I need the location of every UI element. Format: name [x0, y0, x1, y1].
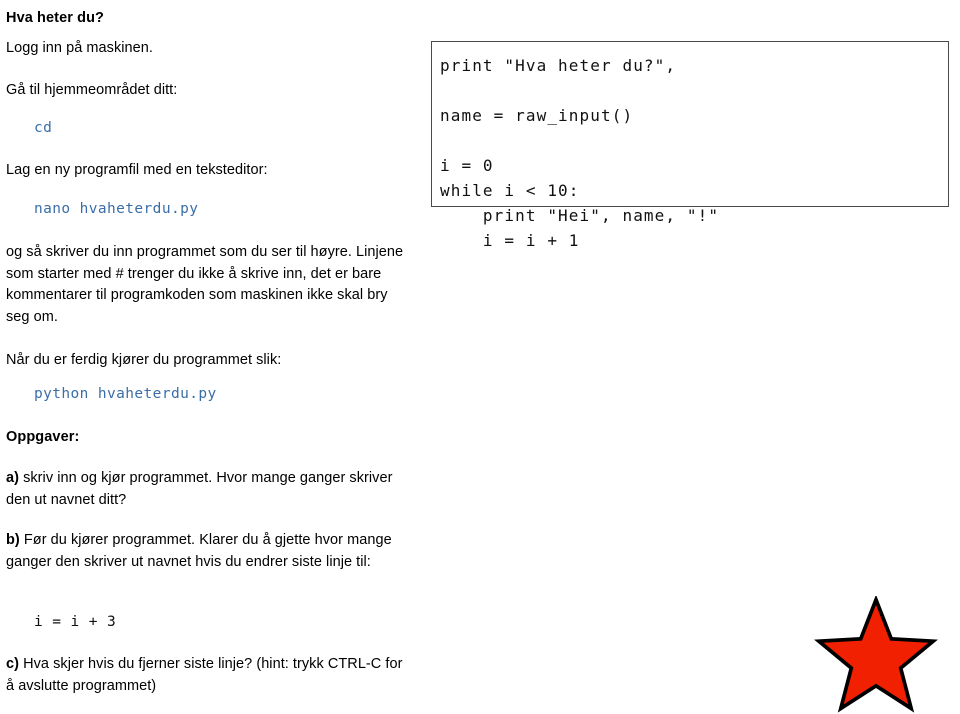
red-star-icon — [814, 596, 938, 713]
star-decoration — [812, 596, 940, 714]
explanation-block: og så skriver du inn programmet som du s… — [6, 242, 406, 328]
step-login-text: Logg inn på maskinen. — [6, 40, 153, 56]
exercise-c-text: Hva skjer hvis du fjerner siste linje? (… — [6, 656, 403, 694]
command-i-plus-3-block: i = i + 3 — [6, 612, 418, 633]
step-run-block: Når du er ferdig kjører du programmet sl… — [6, 350, 418, 372]
command-python-block: python hvaheterdu.py — [6, 384, 418, 405]
command-i-plus-3: i = i + 3 — [34, 614, 117, 630]
exercise-c-label: c) — [6, 656, 19, 672]
exercise-a-text: skriv inn og kjør programmet. Hvor mange… — [6, 470, 393, 508]
command-cd: cd — [34, 120, 53, 136]
step-editor-block: Lag en ny programfil med en teksteditor: — [6, 160, 418, 182]
exercise-a-label: a) — [6, 470, 19, 486]
exercise-c: c) Hva skjer hvis du fjerner siste linje… — [6, 654, 406, 697]
exercise-c-block: c) Hva skjer hvis du fjerner siste linje… — [6, 654, 406, 697]
exercise-b-block: b) Før du kjører programmet. Klarer du å… — [6, 530, 406, 573]
exercises-heading: Oppgaver: — [6, 429, 80, 445]
exercise-b-label: b) — [6, 532, 20, 548]
page-title-block: Hva heter du? — [6, 8, 418, 28]
explanation-text: og så skriver du inn programmet som du s… — [6, 244, 404, 325]
code-listing-text: print "Hva heter du?", name = raw_input(… — [440, 56, 720, 250]
step-home-text: Gå til hjemmeområdet ditt: — [6, 82, 178, 98]
exercise-a-block: a) skriv inn og kjør programmet. Hvor ma… — [6, 468, 406, 511]
step-home-block: Gå til hjemmeområdet ditt: — [6, 80, 418, 102]
exercise-b: b) Før du kjører programmet. Klarer du å… — [6, 530, 406, 573]
step-login-block: Logg inn på maskinen. — [6, 38, 418, 60]
command-cd-block: cd — [6, 118, 418, 139]
page-title: Hva heter du? — [6, 10, 104, 26]
step-editor-text: Lag en ny programfil med en teksteditor: — [6, 162, 268, 178]
command-python: python hvaheterdu.py — [34, 386, 217, 402]
code-listing-box: print "Hva heter du?", name = raw_input(… — [431, 41, 949, 250]
document-page: Hva heter du? Logg inn på maskinen. Gå t… — [0, 0, 960, 713]
exercise-b-text: Før du kjører programmet. Klarer du å gj… — [6, 532, 392, 570]
command-nano-block: nano hvaheterdu.py — [6, 199, 418, 220]
step-run-text: Når du er ferdig kjører du programmet sl… — [6, 352, 282, 368]
exercise-a: a) skriv inn og kjør programmet. Hvor ma… — [6, 468, 406, 511]
exercises-heading-block: Oppgaver: — [6, 427, 418, 447]
command-nano: nano hvaheterdu.py — [34, 201, 199, 217]
